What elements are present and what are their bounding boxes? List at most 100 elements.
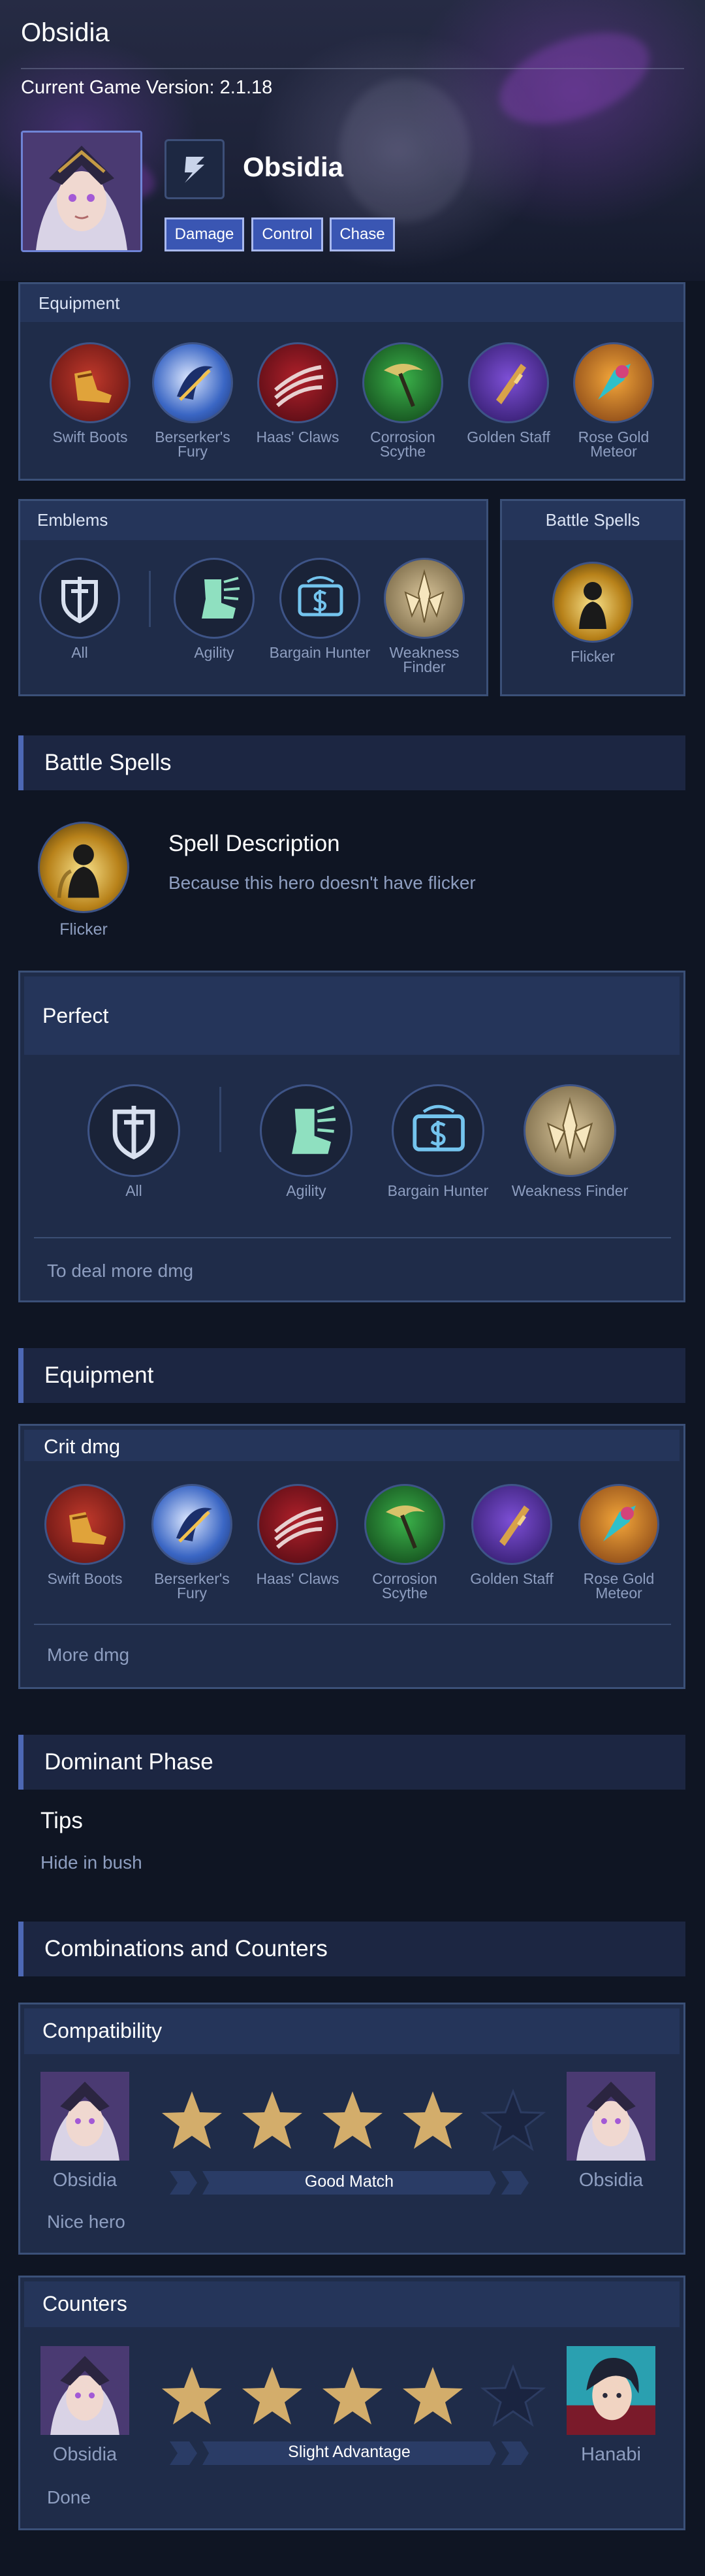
tips-title: Tips [40,1808,83,1833]
counter-verdict: Slight Advantage [288,2443,411,2461]
battle-spells-panel-title: Battle Spells [545,510,640,530]
spell-description-text: Because this hero doesn't have flicker [168,873,476,893]
item-label: Corrosion Scythe [372,1570,437,1602]
flicker-icon [552,562,633,643]
shield-sword-icon [87,1084,180,1177]
emblem-label: Weakness Finder [511,1182,629,1199]
item-label: Berserker's Fury [155,428,230,460]
rose-gold-meteor-icon [573,342,654,423]
emblem-agility[interactable]: Agility [174,558,255,660]
item-label: Haas' Claws [256,428,339,445]
tag-control[interactable]: Control [251,217,323,251]
hero-avatar-obsidia[interactable] [40,2072,129,2161]
item-swift-boots[interactable]: Swift Boots [44,1484,125,1586]
spell-flicker[interactable]: Flicker [38,822,129,939]
item-corrosion-scythe[interactable]: Corrosion Scythe [364,1484,445,1601]
item-rose-gold-meteor[interactable]: Rose Gold Meteor [578,1484,659,1601]
item-berserkers-fury[interactable]: Berserker's Fury [151,1484,232,1601]
emblem-label: All [71,644,88,661]
compat-right-hero-name: Obsidia [578,2170,644,2191]
emblem-weakness-finder[interactable]: Weakness Finder [384,558,465,675]
hero-avatar-hanabi[interactable] [567,2346,655,2435]
agility-boot-icon [174,558,255,639]
compat-verdict: Good Match [304,2172,394,2191]
emblem-label: Agility [194,644,234,661]
item-corrosion-scythe[interactable]: Corrosion Scythe [362,342,443,459]
item-label: Berserker's Fury [154,1570,230,1602]
spell-label: Flicker [571,648,615,665]
weakness-finder-icon [384,558,465,639]
item-haas-claws[interactable]: Haas' Claws [256,1484,339,1586]
corrosion-scythe-icon [364,1484,445,1565]
item-label: Golden Staff [470,1570,554,1587]
page-title: Obsidia [21,18,110,47]
tips-text: Hide in bush [40,1852,142,1873]
title-divider [21,68,684,69]
item-rose-gold-meteor[interactable]: Rose Gold Meteor [573,342,654,459]
emblem-label: Bargain Hunter [269,644,371,661]
item-golden-staff[interactable]: Golden Staff [470,1484,554,1586]
perfect-emblem-bargain-hunter[interactable]: Bargain Hunter [388,1084,488,1199]
swift-boots-icon [50,342,131,423]
perfect-emblem-agility[interactable]: Agility [260,1084,352,1199]
spell-flicker-small[interactable]: Flicker [552,562,633,664]
item-swift-boots[interactable]: Swift Boots [50,342,131,445]
game-version: Current Game Version: 2.1.18 [21,77,273,98]
star-filled-icon [242,2091,302,2149]
equipment-section-header: Equipment [18,1348,685,1403]
counter-right-hero-name: Hanabi [581,2444,641,2465]
tag-chase[interactable]: Chase [330,217,395,251]
dominant-phase-title: Dominant Phase [44,1749,213,1775]
spell-label: Flicker [59,920,108,939]
berserkers-fury-icon [151,1484,232,1565]
emblem-label: Agility [286,1182,326,1199]
compat-left-hero-name: Obsidia [52,2170,118,2191]
hero-portrait [21,131,142,252]
equipment-panel-title: Equipment [39,293,120,313]
emblem-label: Weakness Finder [389,644,460,675]
equipment-note: More dmg [47,1645,130,1665]
item-haas-claws[interactable]: Haas' Claws [256,342,339,445]
combinations-header: Combinations and Counters [18,1922,685,1976]
role-icon [164,139,225,199]
perfect-emblem-all[interactable]: All [87,1084,180,1199]
item-berserkers-fury[interactable]: Berserker's Fury [152,342,233,459]
dominant-phase-header: Dominant Phase [18,1735,685,1790]
hero-avatar-obsidia-right[interactable] [567,2072,655,2161]
perfect-note: To deal more dmg [47,1261,194,1281]
star-filled-icon [403,2091,463,2149]
star-filled-icon [242,2367,302,2424]
golden-staff-icon [471,1484,552,1565]
swift-boots-icon [44,1484,125,1565]
golden-staff-icon [468,342,549,423]
battle-spells-section-title: Battle Spells [44,750,172,775]
perfect-panel-title: Perfect [42,1004,109,1027]
weakness-finder-icon [524,1084,616,1177]
emblems-panel-title: Emblems [37,510,108,530]
tag-damage[interactable]: Damage [164,217,244,251]
emblem-all[interactable]: All [39,558,120,660]
perfect-emblem-divider [219,1087,221,1152]
item-golden-staff[interactable]: Golden Staff [467,342,550,445]
berserkers-fury-icon [152,342,233,423]
item-label: Swift Boots [47,1570,123,1587]
haas-claws-icon [257,1484,338,1565]
counter-note: Done [47,2487,91,2507]
hero-avatar-obsidia-counter[interactable] [40,2346,129,2435]
star-empty-icon [480,2089,546,2151]
emblem-label: Bargain Hunter [387,1182,489,1199]
shield-sword-icon [39,558,120,639]
counter-left-hero-name: Obsidia [52,2444,118,2465]
emblem-bargain-hunter[interactable]: Bargain Hunter [270,558,370,660]
hero-name: Obsidia [243,152,344,182]
emblem-divider [149,571,151,627]
flicker-icon [38,822,129,913]
combinations-title: Combinations and Counters [44,1936,328,1961]
item-label: Swift Boots [52,428,128,445]
star-filled-icon [403,2367,463,2424]
spell-description-title: Spell Description [168,831,340,856]
perfect-emblem-weakness-finder[interactable]: Weakness Finder [512,1084,628,1199]
rose-gold-meteor-icon [578,1484,659,1565]
item-label: Rose Gold Meteor [578,428,650,460]
perfect-divider [34,1237,671,1238]
